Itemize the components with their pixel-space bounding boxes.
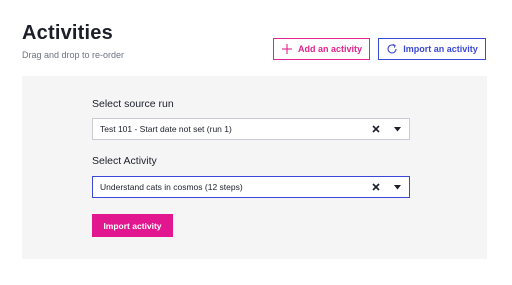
activity-label: Select Activity	[92, 155, 157, 167]
page-subtitle: Drag and drop to re-order	[22, 50, 125, 60]
source-run-label: Select source run	[92, 98, 174, 110]
add-activity-label: Add an activity	[297, 44, 362, 54]
activity-value: Understand cats in cosmos (12 steps)	[100, 182, 243, 192]
chevron-down-icon[interactable]	[393, 183, 401, 191]
activity-select[interactable]: Understand cats in cosmos (12 steps)	[92, 176, 410, 198]
import-an-activity-button[interactable]: Import an activity	[378, 38, 486, 60]
page-title: Activities	[22, 22, 113, 44]
plus-icon	[281, 43, 293, 55]
clear-source-run-icon[interactable]	[370, 123, 382, 135]
clear-activity-icon[interactable]	[370, 181, 382, 193]
source-run-value: Test 101 - Start date not set (run 1)	[100, 124, 232, 134]
source-run-select[interactable]: Test 101 - Start date not set (run 1)	[92, 118, 410, 140]
import-an-activity-label: Import an activity	[403, 44, 478, 54]
chevron-down-icon[interactable]	[393, 125, 401, 133]
refresh-icon	[386, 43, 398, 55]
import-activity-button[interactable]: Import activity	[92, 214, 173, 237]
add-activity-button[interactable]: Add an activity	[273, 38, 370, 60]
